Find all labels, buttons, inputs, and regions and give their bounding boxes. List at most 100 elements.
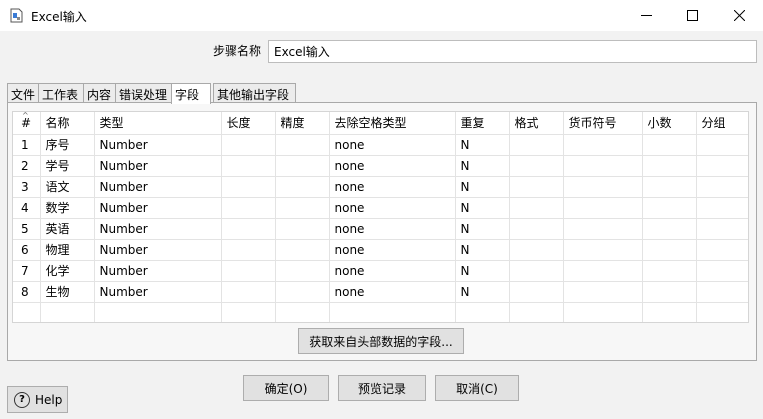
cell-type[interactable]: Number: [94, 197, 222, 219]
cell-currency[interactable]: [563, 239, 643, 261]
column-header-trim-type[interactable]: 去除空格类型: [329, 112, 456, 135]
minimize-button[interactable]: [623, 0, 669, 31]
cell-length[interactable]: [221, 302, 276, 322]
cell-format[interactable]: [509, 176, 564, 198]
cell-name[interactable]: 语文: [40, 176, 95, 198]
cell-decimal[interactable]: [642, 197, 697, 219]
table-row[interactable]: 2 学号 Number none N: [13, 155, 748, 177]
cell-decimal[interactable]: [642, 155, 697, 177]
table-row[interactable]: 1 序号 Number none N: [13, 134, 748, 156]
cell-length[interactable]: [221, 260, 276, 282]
cell-grouping[interactable]: [696, 260, 748, 282]
cell-decimal[interactable]: [642, 260, 697, 282]
table-row[interactable]: 8 生物 Number none N: [13, 281, 748, 303]
cell-decimal[interactable]: [642, 176, 697, 198]
cell-repeat[interactable]: N: [455, 155, 510, 177]
cell-type[interactable]: [94, 302, 222, 322]
cell-index[interactable]: 4: [13, 197, 41, 219]
cell-name[interactable]: 学号: [40, 155, 95, 177]
tab-content[interactable]: 内容: [83, 83, 116, 103]
cell-index[interactable]: 6: [13, 239, 41, 261]
cancel-button[interactable]: 取消(C): [435, 375, 519, 401]
ok-button[interactable]: 确定(O): [243, 375, 329, 401]
cell-currency[interactable]: [563, 134, 643, 156]
cell-format[interactable]: [509, 197, 564, 219]
cell-grouping[interactable]: [696, 218, 748, 240]
cell-index[interactable]: 8: [13, 281, 41, 303]
cell-repeat[interactable]: [455, 302, 510, 322]
table-row[interactable]: 7 化学 Number none N: [13, 260, 748, 282]
table-row[interactable]: 6 物理 Number none N: [13, 239, 748, 261]
help-button[interactable]: ? Help: [7, 386, 68, 413]
cell-index[interactable]: 2: [13, 155, 41, 177]
cell-name[interactable]: 化学: [40, 260, 95, 282]
cell-format[interactable]: [509, 281, 564, 303]
cell-precision[interactable]: [275, 176, 330, 198]
cell-length[interactable]: [221, 239, 276, 261]
cell-repeat[interactable]: N: [455, 218, 510, 240]
cell-decimal[interactable]: [642, 281, 697, 303]
cell-precision[interactable]: [275, 302, 330, 322]
cell-name[interactable]: 数学: [40, 197, 95, 219]
cell-length[interactable]: [221, 281, 276, 303]
preview-records-button[interactable]: 预览记录: [338, 375, 426, 401]
get-fields-from-header-button[interactable]: 获取来自头部数据的字段...: [298, 328, 464, 354]
tab-other-output-fields[interactable]: 其他输出字段: [213, 83, 296, 103]
cell-currency[interactable]: [563, 155, 643, 177]
column-header-format[interactable]: 格式: [509, 112, 564, 135]
table-row[interactable]: 4 数学 Number none N: [13, 197, 748, 219]
cell-currency[interactable]: [563, 218, 643, 240]
cell-length[interactable]: [221, 134, 276, 156]
cell-decimal[interactable]: [642, 218, 697, 240]
cell-grouping[interactable]: [696, 155, 748, 177]
cell-index[interactable]: [13, 302, 41, 322]
cell-trim-type[interactable]: [329, 302, 456, 322]
column-header-repeat[interactable]: 重复: [455, 112, 510, 135]
cell-type[interactable]: Number: [94, 260, 222, 282]
cell-type[interactable]: Number: [94, 239, 222, 261]
cell-format[interactable]: [509, 239, 564, 261]
cell-precision[interactable]: [275, 281, 330, 303]
column-header-grouping[interactable]: 分组: [696, 112, 748, 135]
cell-trim-type[interactable]: none: [329, 281, 456, 303]
cell-format[interactable]: [509, 155, 564, 177]
cell-format[interactable]: [509, 260, 564, 282]
cell-type[interactable]: Number: [94, 218, 222, 240]
cell-format[interactable]: [509, 134, 564, 156]
cell-name[interactable]: [40, 302, 95, 322]
cell-decimal[interactable]: [642, 239, 697, 261]
column-header-currency[interactable]: 货币符号: [563, 112, 643, 135]
cell-format[interactable]: [509, 302, 564, 322]
cell-length[interactable]: [221, 197, 276, 219]
cell-grouping[interactable]: [696, 302, 748, 322]
cell-index[interactable]: 3: [13, 176, 41, 198]
cell-currency[interactable]: [563, 281, 643, 303]
fields-table[interactable]: # 名称 类型 长度 精度 去除空格类型 重复 格式 货币符号 小数 分组 1序…: [12, 111, 749, 323]
cell-currency[interactable]: [563, 176, 643, 198]
column-header-name[interactable]: 名称: [40, 112, 95, 135]
cell-currency[interactable]: [563, 260, 643, 282]
cell-length[interactable]: [221, 155, 276, 177]
cell-grouping[interactable]: [696, 134, 748, 156]
cell-index[interactable]: 1: [13, 134, 41, 156]
cell-name[interactable]: 英语: [40, 218, 95, 240]
cell-format[interactable]: [509, 218, 564, 240]
cell-index[interactable]: 7: [13, 260, 41, 282]
cell-repeat[interactable]: N: [455, 239, 510, 261]
column-header-type[interactable]: 类型: [94, 112, 222, 135]
cell-name[interactable]: 物理: [40, 239, 95, 261]
cell-precision[interactable]: [275, 155, 330, 177]
cell-trim-type[interactable]: none: [329, 218, 456, 240]
cell-name[interactable]: 序号: [40, 134, 95, 156]
step-name-input[interactable]: [268, 40, 757, 63]
cell-name[interactable]: 生物: [40, 281, 95, 303]
cell-precision[interactable]: [275, 239, 330, 261]
cell-trim-type[interactable]: none: [329, 155, 456, 177]
cell-trim-type[interactable]: none: [329, 134, 456, 156]
cell-repeat[interactable]: N: [455, 176, 510, 198]
cell-precision[interactable]: [275, 134, 330, 156]
cell-grouping[interactable]: [696, 197, 748, 219]
cell-grouping[interactable]: [696, 239, 748, 261]
table-row-empty[interactable]: [13, 302, 748, 322]
cell-grouping[interactable]: [696, 281, 748, 303]
